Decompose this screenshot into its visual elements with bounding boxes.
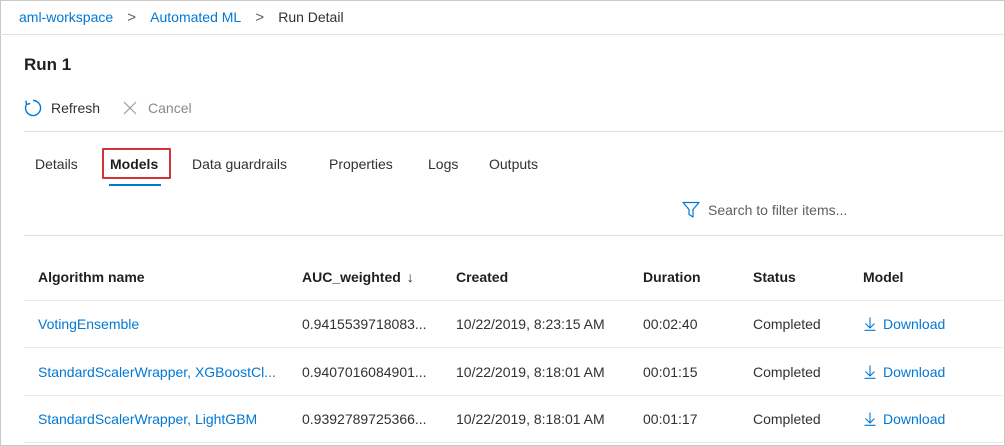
algorithm-link[interactable]: StandardScalerWrapper, LightGBM: [38, 396, 288, 442]
cancel-label: Cancel: [148, 100, 192, 116]
tab-details[interactable]: Details: [35, 148, 78, 180]
cancel-button[interactable]: Cancel: [120, 98, 192, 118]
breadcrumb-separator: >: [255, 8, 265, 26]
search-placeholder: Search to filter items...: [708, 202, 848, 218]
column-header-status[interactable]: Status: [753, 254, 796, 300]
duration-value: 00:01:15: [643, 364, 698, 380]
algorithm-link[interactable]: StandardScalerWrapper, XGBoostCl...: [38, 349, 288, 395]
breadcrumb-current: Run Detail: [278, 9, 344, 25]
active-tab-indicator: [109, 184, 161, 186]
duration-value: 00:02:40: [643, 316, 698, 332]
column-header-model[interactable]: Model: [863, 254, 903, 300]
highlight-box: [102, 148, 171, 179]
refresh-icon: [23, 98, 43, 118]
table-row[interactable]: StandardScalerWrapper, LightGBM 0.939278…: [24, 396, 1003, 443]
table-header: Algorithm name AUC_weighted ↓ Created Dur…: [24, 254, 1003, 301]
download-link[interactable]: Download: [863, 301, 945, 347]
column-header-algorithm[interactable]: Algorithm name: [38, 254, 145, 300]
auc-value: 0.9392789725366...: [302, 411, 427, 427]
tab-data-guardrails[interactable]: Data guardrails: [192, 148, 287, 180]
download-icon: [863, 364, 877, 380]
breadcrumb-automated-ml[interactable]: Automated ML: [150, 9, 241, 25]
sort-desc-icon: ↓: [406, 269, 414, 285]
tab-outputs[interactable]: Outputs: [489, 148, 538, 180]
divider: [24, 131, 1003, 132]
status-value: Completed: [753, 316, 821, 332]
table-row[interactable]: VotingEnsemble 0.9415539718083... 10/22/…: [24, 301, 1003, 348]
page-title: Run 1: [24, 55, 72, 74]
column-header-auc[interactable]: AUC_weighted ↓: [302, 254, 414, 300]
algorithm-link[interactable]: VotingEnsemble: [38, 301, 288, 347]
breadcrumb: aml-workspace > Automated ML > Run Detai…: [0, 0, 1003, 35]
table-row[interactable]: StandardScalerWrapper, XGBoostCl... 0.94…: [24, 349, 1003, 396]
command-bar: Refresh Cancel: [23, 96, 212, 120]
status-value: Completed: [753, 411, 821, 427]
divider: [24, 235, 1003, 236]
auc-value: 0.9407016084901...: [302, 364, 427, 380]
column-header-created[interactable]: Created: [456, 254, 508, 300]
download-icon: [863, 316, 877, 332]
close-icon: [120, 98, 140, 118]
column-header-duration[interactable]: Duration: [643, 254, 701, 300]
breadcrumb-separator: >: [127, 8, 137, 26]
created-value: 10/22/2019, 8:18:01 AM: [456, 411, 605, 427]
download-icon: [863, 411, 877, 427]
breadcrumb-workspace[interactable]: aml-workspace: [19, 9, 113, 25]
download-link[interactable]: Download: [863, 396, 945, 442]
created-value: 10/22/2019, 8:18:01 AM: [456, 364, 605, 380]
auc-value: 0.9415539718083...: [302, 316, 427, 332]
tab-properties[interactable]: Properties: [329, 148, 393, 180]
search-filter-input[interactable]: Search to filter items...: [681, 198, 847, 222]
download-link[interactable]: Download: [863, 349, 945, 395]
filter-icon: [681, 200, 701, 220]
refresh-label: Refresh: [51, 100, 101, 116]
status-value: Completed: [753, 364, 821, 380]
duration-value: 00:01:17: [643, 411, 698, 427]
refresh-button[interactable]: Refresh: [23, 98, 100, 118]
tab-logs[interactable]: Logs: [428, 148, 458, 180]
created-value: 10/22/2019, 8:23:15 AM: [456, 316, 605, 332]
